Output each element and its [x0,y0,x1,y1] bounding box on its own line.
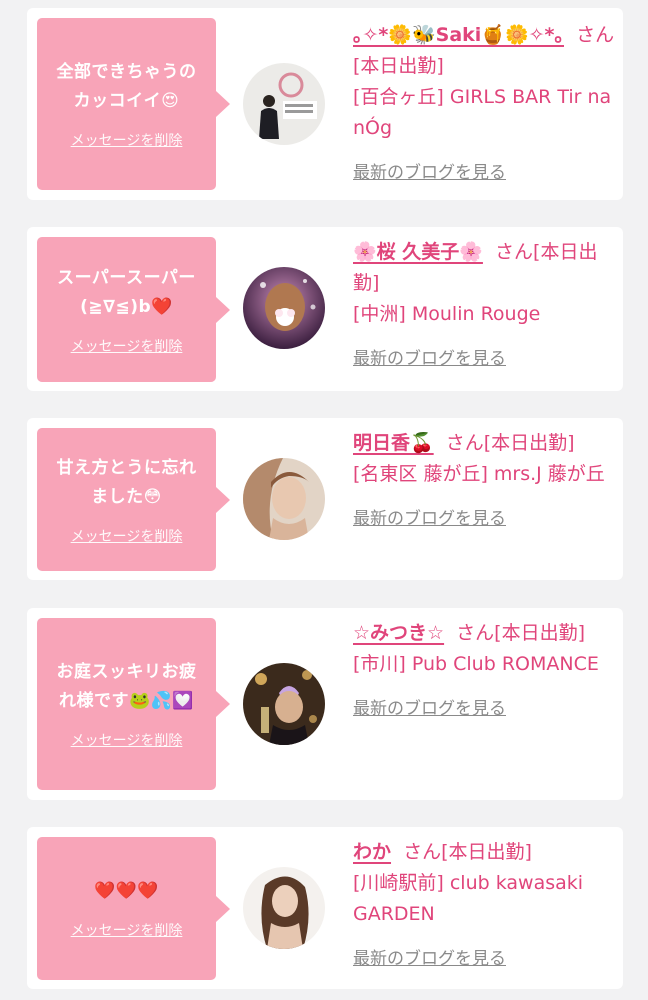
shop-name: [川崎駅前] club kawasaki GARDEN [353,872,584,925]
avatar[interactable] [243,63,325,145]
message-card: 全部できちゃうの カッコイイ😍 メッセージを削除 ｡✧*🌼🐝Saki🍯🌼✧*｡ … [27,8,623,200]
avatar[interactable] [243,458,325,540]
view-blog-link[interactable]: 最新のブログを見る [353,504,615,535]
girl-info: 明日香🍒 さん[本日出勤] [名東区 藤が丘] mrs.J 藤が丘 最新のブログ… [353,428,615,535]
honorific-status: さん[本日出勤] [445,432,575,454]
honorific-status: さん[本日出勤] [403,841,532,863]
message-bubble: 甘え方とうに忘れ ました😳 メッセージを削除 [37,428,230,571]
message-text: ❤️❤️❤️ [93,881,159,901]
message-text: 甘え方とうに忘れ ました😳 [56,457,197,507]
message-card: 甘え方とうに忘れ ました😳 メッセージを削除 明日香🍒 さん[本日出勤] [名東… [27,418,623,580]
girl-name-link[interactable]: わか [353,841,391,863]
message-text: スーパースーパー (≧∇≦)b❤️ [57,267,196,317]
avatar[interactable] [243,867,325,949]
delete-message-link[interactable]: メッセージを削除 [71,336,183,356]
shop-name: [名東区 藤が丘] mrs.J 藤が丘 [353,463,605,485]
girl-info: わか さん[本日出勤] [川崎駅前] club kawasaki GARDEN … [353,837,615,975]
girl-info: 🌸桜 久美子🌸 さん[本日出勤] [中洲] Moulin Rouge 最新のブロ… [353,237,615,375]
girl-name-link[interactable]: ｡✧*🌼🐝Saki🍯🌼✧*｡ [353,24,564,46]
shop-name: [中洲] Moulin Rouge [353,303,541,325]
delete-message-link[interactable]: メッセージを削除 [71,130,183,150]
honorific-status: さん[本日出勤] [456,622,585,644]
view-blog-link[interactable]: 最新のブログを見る [353,158,615,189]
girl-info: ｡✧*🌼🐝Saki🍯🌼✧*｡ さん[本日出勤] [百合ヶ丘] GIRLS BAR… [353,20,615,189]
message-card: スーパースーパー (≧∇≦)b❤️ メッセージを削除 🌸桜 久美子🌸 さん[本日… [27,227,623,391]
message-bubble: お庭スッキリお疲 れ様です🐸💦💟 メッセージを削除 [37,618,230,790]
delete-message-link[interactable]: メッセージを削除 [71,526,183,546]
girl-name-link[interactable]: 🌸桜 久美子🌸 [353,241,483,263]
girl-name-link[interactable]: ☆みつき☆ [353,622,444,644]
shop-name: [百合ヶ丘] GIRLS BAR Tir na nÓg [353,86,612,139]
girl-name-link[interactable]: 明日香🍒 [353,432,434,454]
message-bubble: ❤️❤️❤️ メッセージを削除 [37,837,230,980]
delete-message-link[interactable]: メッセージを削除 [71,730,183,750]
message-bubble: スーパースーパー (≧∇≦)b❤️ メッセージを削除 [37,237,230,382]
delete-message-link[interactable]: メッセージを削除 [71,920,183,940]
view-blog-link[interactable]: 最新のブログを見る [353,694,615,725]
message-bubble: 全部できちゃうの カッコイイ😍 メッセージを削除 [37,18,230,190]
girl-info: ☆みつき☆ さん[本日出勤] [市川] Pub Club ROMANCE 最新の… [353,618,615,725]
view-blog-link[interactable]: 最新のブログを見る [353,944,615,975]
avatar[interactable] [243,663,325,745]
message-text: 全部できちゃうの カッコイイ😍 [56,62,197,111]
view-blog-link[interactable]: 最新のブログを見る [353,344,615,375]
avatar[interactable] [243,267,325,349]
message-card: お庭スッキリお疲 れ様です🐸💦💟 メッセージを削除 ☆みつき☆ さん[本日出勤]… [27,608,623,800]
shop-name: [市川] Pub Club ROMANCE [353,653,599,675]
message-card: ❤️❤️❤️ メッセージを削除 わか さん[本日出勤] [川崎駅前] club … [27,827,623,989]
message-text: お庭スッキリお疲 れ様です🐸💦💟 [56,662,197,711]
